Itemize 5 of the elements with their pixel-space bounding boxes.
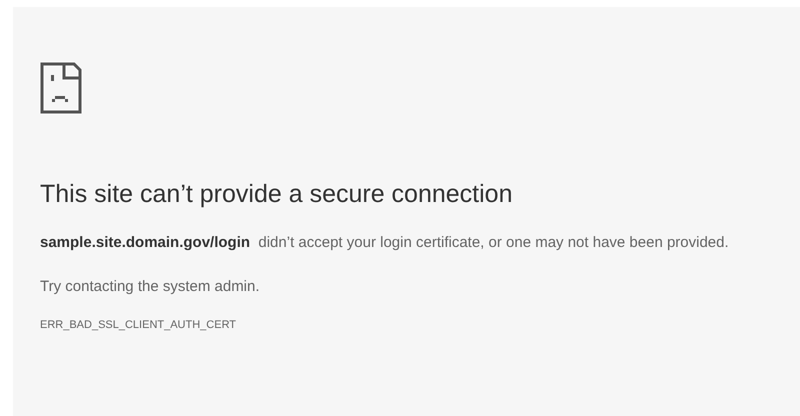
suggestion-text: Try contacting the system admin. [40,277,261,297]
error-message: sample.site.domain.gov/login didn’t accept your login certificate, or one may not have been provided. [40,233,730,253]
error-heading: This site can’t provide a secure connection [40,179,514,210]
error-code: ERR_BAD_SSL_CLIENT_AUTH_CERT [40,318,238,333]
sad-document-icon [40,62,82,114]
